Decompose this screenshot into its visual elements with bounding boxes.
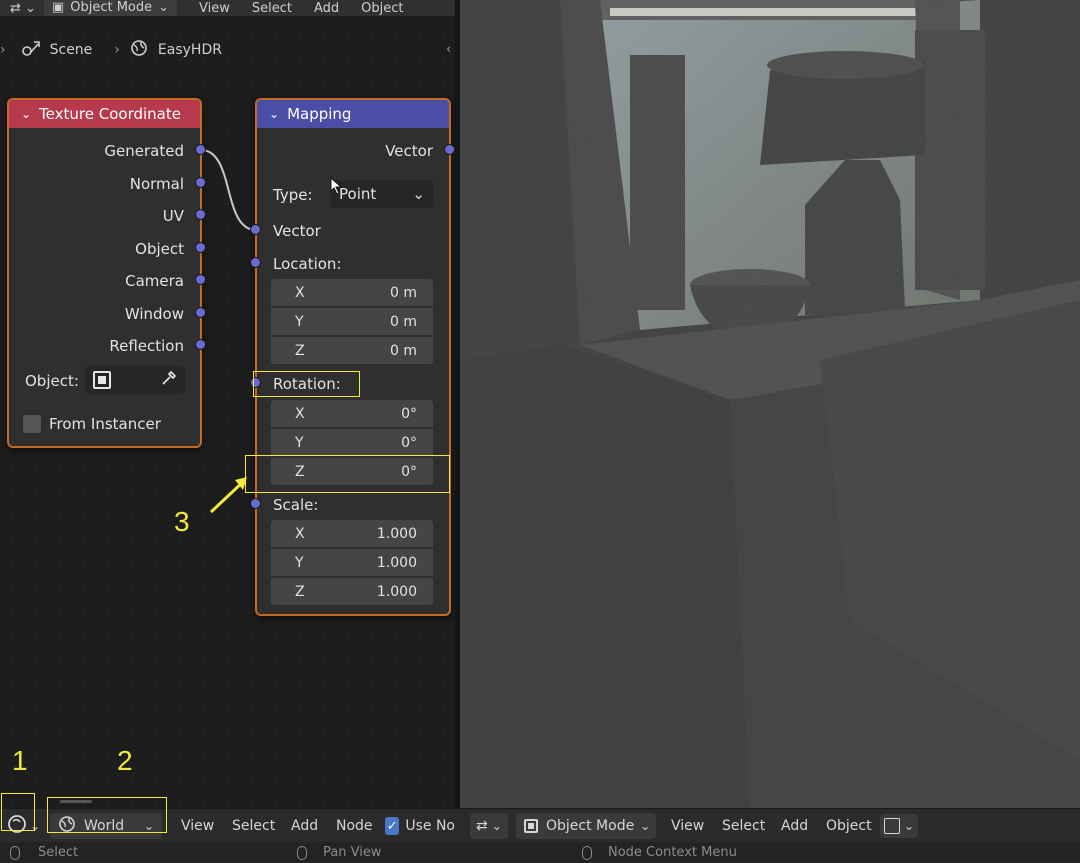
annotation-arrow — [209, 477, 247, 514]
chevron-down-icon: ⌄ — [904, 819, 915, 833]
use-nodes-toggle[interactable]: ✓ Use No — [385, 809, 455, 843]
status-bar: Select Pan View Node Context Menu — [0, 842, 1080, 863]
node-editor[interactable]: ⇄ ⌄ ▣ Object Mode ⌄ View Select Add Obje… — [0, 0, 455, 808]
eyedropper-icon[interactable] — [161, 370, 177, 390]
object-mode-dropdown[interactable]: Object Mode ⌄ — [516, 809, 656, 843]
menu-add[interactable]: Add — [291, 809, 318, 843]
menu-node[interactable]: Node — [336, 809, 373, 843]
menu-view[interactable]: View — [671, 809, 704, 843]
output-object: Object — [135, 240, 184, 258]
menu-view[interactable]: View — [181, 809, 214, 843]
object-mode-label: Object Mode — [546, 818, 635, 834]
rotation-x-field[interactable]: X 0° — [271, 400, 433, 428]
mouse-cursor-icon — [330, 176, 344, 199]
socket-input-vector[interactable] — [250, 224, 261, 235]
output-generated: Generated — [104, 142, 184, 160]
socket-camera[interactable] — [195, 274, 206, 285]
chevron-down-icon: ⌄ — [412, 185, 425, 203]
type-value: Point — [339, 185, 377, 203]
highlight-editor-type — [1, 793, 35, 831]
output-window: Window — [124, 305, 184, 323]
chevron-down-icon: ⌄ — [640, 819, 651, 833]
type-select[interactable]: Point ⌄ — [331, 180, 433, 208]
output-camera: Camera — [125, 272, 184, 290]
node-title: Mapping — [287, 105, 352, 123]
scale-y-field[interactable]: Y 1.000 — [271, 549, 433, 577]
rotation-y-field[interactable]: Y 0° — [271, 429, 433, 457]
output-reflection: Reflection — [109, 337, 184, 355]
socket-normal[interactable] — [195, 177, 206, 188]
scale-x-field[interactable]: X 1.000 — [271, 520, 433, 548]
highlight-rotation-z — [245, 455, 450, 493]
menu-select[interactable]: Select — [722, 809, 765, 843]
mouse-middle-icon — [297, 845, 307, 860]
output-uv: UV — [162, 207, 184, 225]
socket-location[interactable] — [250, 257, 261, 268]
mouse-right-icon — [582, 845, 592, 860]
status-context: Node Context Menu — [582, 842, 737, 863]
checkbox-checked-icon: ✓ — [385, 817, 400, 835]
location-z-field[interactable]: Z 0 m — [271, 337, 433, 365]
transform-icon: ⇄ — [476, 818, 488, 834]
editor-header-bar: ⌄ World ⌄ View Select Add Node ✓ Use No … — [0, 793, 1080, 843]
object-label: Object: — [25, 372, 79, 390]
output-normal: Normal — [129, 175, 184, 193]
annotation-2: 2 — [117, 745, 133, 776]
object-cube-icon — [93, 371, 111, 389]
location-y-field[interactable]: Y 0 m — [271, 308, 433, 336]
scale-z-field[interactable]: Z 1.000 — [271, 578, 433, 606]
from-instancer-label: From Instancer — [49, 415, 161, 433]
render-scene-image — [460, 0, 1080, 808]
socket-window[interactable] — [195, 307, 206, 318]
status-pan: Pan View — [297, 842, 381, 863]
annotation-3: 3 — [174, 506, 190, 537]
mouse-left-icon — [10, 845, 20, 860]
type-label: Type: — [273, 186, 313, 204]
from-instancer-checkbox[interactable] — [23, 415, 41, 433]
transform-orientation-dropdown[interactable]: ⌄ — [880, 809, 919, 843]
chevron-down-icon[interactable]: ⌄ — [269, 107, 279, 121]
highlight-shader-type — [47, 797, 167, 833]
output-vector: Vector — [385, 142, 433, 160]
socket-reflection[interactable] — [195, 339, 206, 350]
socket-uv[interactable] — [195, 209, 206, 220]
orientation-icon — [884, 818, 900, 834]
input-vector-label: Vector — [273, 222, 321, 240]
socket-generated[interactable] — [195, 144, 206, 155]
node-title: Texture Coordinate — [39, 105, 181, 123]
location-label: Location: — [273, 255, 342, 273]
menu-select[interactable]: Select — [232, 809, 275, 843]
socket-output-vector[interactable] — [444, 144, 455, 155]
menu-add[interactable]: Add — [781, 809, 808, 843]
annotation-1: 1 — [12, 745, 28, 776]
chevron-down-icon: ⌄ — [491, 819, 502, 833]
3d-viewport[interactable] — [460, 0, 1080, 808]
scale-label: Scale: — [273, 496, 319, 514]
location-x-field[interactable]: X 0 m — [271, 279, 433, 307]
chevron-down-icon[interactable]: ⌄ — [21, 107, 31, 121]
mapping-node[interactable]: ⌄ Mapping Vector Type: Point ⌄ Vector Lo… — [255, 98, 451, 616]
from-instancer-row[interactable]: From Instancer — [23, 415, 161, 433]
socket-object[interactable] — [195, 242, 206, 253]
viewport-editor-type[interactable]: ⇄ ⌄ — [470, 809, 508, 843]
use-nodes-label: Use No — [405, 818, 455, 834]
node-header[interactable]: ⌄ Texture Coordinate — [9, 100, 200, 128]
status-select: Select — [10, 842, 78, 863]
highlight-rotation — [253, 371, 360, 397]
menu-object[interactable]: Object — [826, 809, 872, 843]
texture-coordinate-node[interactable]: ⌄ Texture Coordinate Generated Normal UV… — [7, 98, 202, 448]
object-mode-icon — [524, 819, 538, 833]
object-field[interactable] — [85, 366, 185, 394]
node-header[interactable]: ⌄ Mapping — [257, 100, 449, 128]
